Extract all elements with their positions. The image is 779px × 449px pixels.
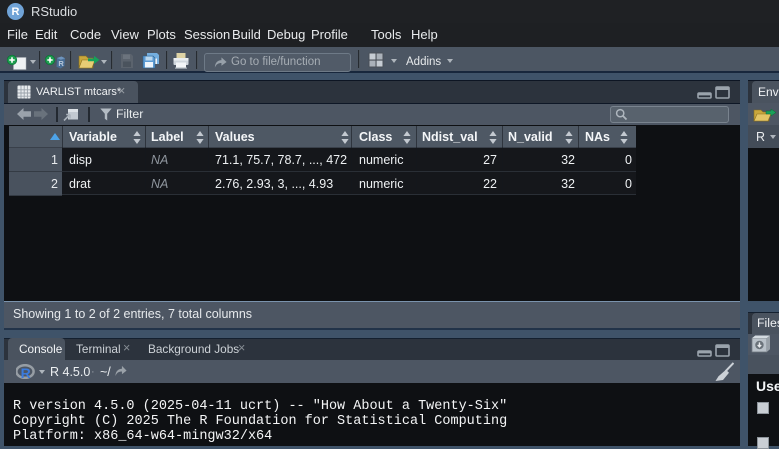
svg-text:R: R (58, 59, 64, 68)
svg-text:R: R (21, 365, 31, 380)
